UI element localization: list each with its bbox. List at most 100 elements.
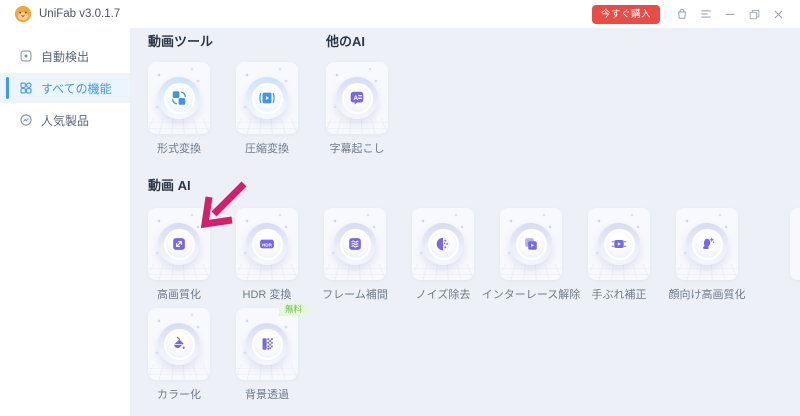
colorize-icon [170, 335, 188, 353]
feature-cell: HDR HDR 変換 [236, 208, 298, 300]
deinterlace-icon [522, 235, 540, 253]
hdr-icon: HDR [258, 235, 276, 253]
icon-core [252, 329, 283, 360]
feature-card[interactable] [324, 208, 386, 280]
app-title: UniFab v3.0.1.7 [39, 8, 120, 20]
icon-orb: HDR [246, 223, 288, 265]
floor-grid [236, 118, 298, 134]
restore-icon[interactable] [742, 3, 766, 25]
section-other-ai: 他のAI A字幕起こし [326, 34, 388, 154]
card-grid: A字幕起こし [326, 62, 388, 154]
feature-cell: A字幕起こし [326, 62, 388, 154]
feature-card[interactable] [236, 308, 298, 380]
feature-card-label: 高画質化 [148, 286, 210, 300]
card-grid: 高画質化 HDR HDR 変換 フレーム補間 ノイズ除去 インターレース解除 手ぶれ補正顔向… [148, 208, 800, 400]
sidebar-item[interactable]: すべての機能 [0, 73, 130, 103]
icon-core [164, 329, 195, 360]
denoise-icon [434, 235, 452, 253]
floor-grid [588, 264, 650, 280]
icon-orb [686, 223, 728, 265]
section-video-ai: 動画 AI 高画質化HDRHDR 変換フレーム補間ノイズ除去インターレース解除手… [148, 178, 800, 400]
floor-grid [148, 118, 210, 134]
section-video-tools: 動画ツール 形式変換圧縮変換 [148, 34, 298, 154]
feature-card-label: 顔向け高画質化 [676, 286, 738, 300]
icon-orb [334, 223, 376, 265]
popular-products-icon [19, 113, 33, 127]
menu-icon[interactable] [694, 3, 718, 25]
icon-orb [422, 223, 464, 265]
free-badge: 無料 [279, 303, 308, 316]
feature-card[interactable] [236, 62, 298, 134]
bg-transparent-icon [258, 335, 276, 353]
format-convert-icon [170, 89, 188, 107]
sidebar-item-label: 人気製品 [41, 112, 89, 129]
feature-card-label: カラー化 [148, 386, 210, 400]
active-indicator [6, 77, 9, 99]
sidebar-item-label: すべての機能 [41, 80, 112, 97]
feature-card[interactable] [500, 208, 562, 280]
icon-core [164, 229, 195, 260]
icon-orb [158, 223, 200, 265]
floor-grid [236, 264, 298, 280]
feature-card[interactable]: HDR [236, 208, 298, 280]
close-icon[interactable] [766, 3, 790, 25]
feature-card[interactable] [148, 308, 210, 380]
compress-convert-icon [258, 89, 276, 107]
feature-cell: 手ぶれ補正 [588, 208, 650, 300]
feature-cell: フレーム補間 [324, 208, 386, 300]
top-sections-row: 動画ツール 形式変換圧縮変換 他のAI A字幕起こし [148, 34, 800, 154]
icon-core [428, 229, 459, 260]
feature-card-label: ノイズ除去 [412, 286, 474, 300]
icon-orb [158, 323, 200, 365]
feature-card[interactable] [676, 208, 738, 280]
icon-core [164, 83, 195, 114]
icon-core: HDR [252, 229, 283, 260]
minimize-icon[interactable] [718, 3, 742, 25]
floor-grid [148, 264, 210, 280]
section-title: 他のAI [326, 34, 388, 50]
feature-cell: 圧縮変換 [236, 62, 298, 154]
sidebar-item[interactable]: 自動検出 [0, 41, 130, 71]
unifab-window: UniFab v3.0.1.7 今すぐ購入 [0, 0, 800, 416]
icon-orb [598, 223, 640, 265]
partial-card [790, 208, 800, 280]
floor-grid [324, 264, 386, 280]
titlebar: UniFab v3.0.1.7 今すぐ購入 [0, 0, 800, 28]
icon-orb [246, 323, 288, 365]
feature-card-label: 圧縮変換 [236, 140, 298, 154]
feature-card[interactable] [588, 208, 650, 280]
feature-card[interactable] [412, 208, 474, 280]
feature-card-label: HDR 変換 [236, 286, 298, 300]
subtitle-transcribe-icon: A [348, 89, 366, 107]
stabilize-icon [610, 235, 628, 253]
feature-card-label: 背景透過 [236, 386, 298, 400]
icon-orb [158, 77, 200, 119]
feature-cell: 無料背景透過 [236, 308, 298, 400]
sidebar-item-label: 自動検出 [41, 48, 89, 65]
svg-text:HDR: HDR [262, 242, 272, 247]
feature-cell: 顔向け高画質化 [676, 208, 738, 300]
feature-card[interactable] [148, 62, 210, 134]
icon-core [340, 229, 371, 260]
upscale-icon [170, 235, 188, 253]
sidebar-item[interactable]: 人気製品 [0, 105, 130, 135]
shopping-bag-icon[interactable] [670, 3, 694, 25]
all-features-icon [19, 81, 33, 95]
floor-grid [676, 264, 738, 280]
feature-card-label: フレーム補間 [324, 286, 386, 300]
icon-core [692, 229, 723, 260]
icon-orb [510, 223, 552, 265]
feature-cell: 形式変換 [148, 62, 210, 154]
feature-card-label: インターレース解除 [500, 286, 562, 300]
icon-core [604, 229, 635, 260]
buy-now-button[interactable]: 今すぐ購入 [592, 5, 660, 24]
titlebar-controls: 今すぐ購入 [592, 3, 790, 25]
sidebar-nav: 自動検出すべての機能人気製品 [0, 28, 130, 416]
feature-card[interactable]: A [326, 62, 388, 134]
floor-grid [500, 264, 562, 280]
feature-card-label: 形式変換 [148, 140, 210, 154]
feature-card[interactable] [148, 208, 210, 280]
icon-orb: A [336, 77, 378, 119]
floor-grid [148, 364, 210, 380]
icon-core [516, 229, 547, 260]
